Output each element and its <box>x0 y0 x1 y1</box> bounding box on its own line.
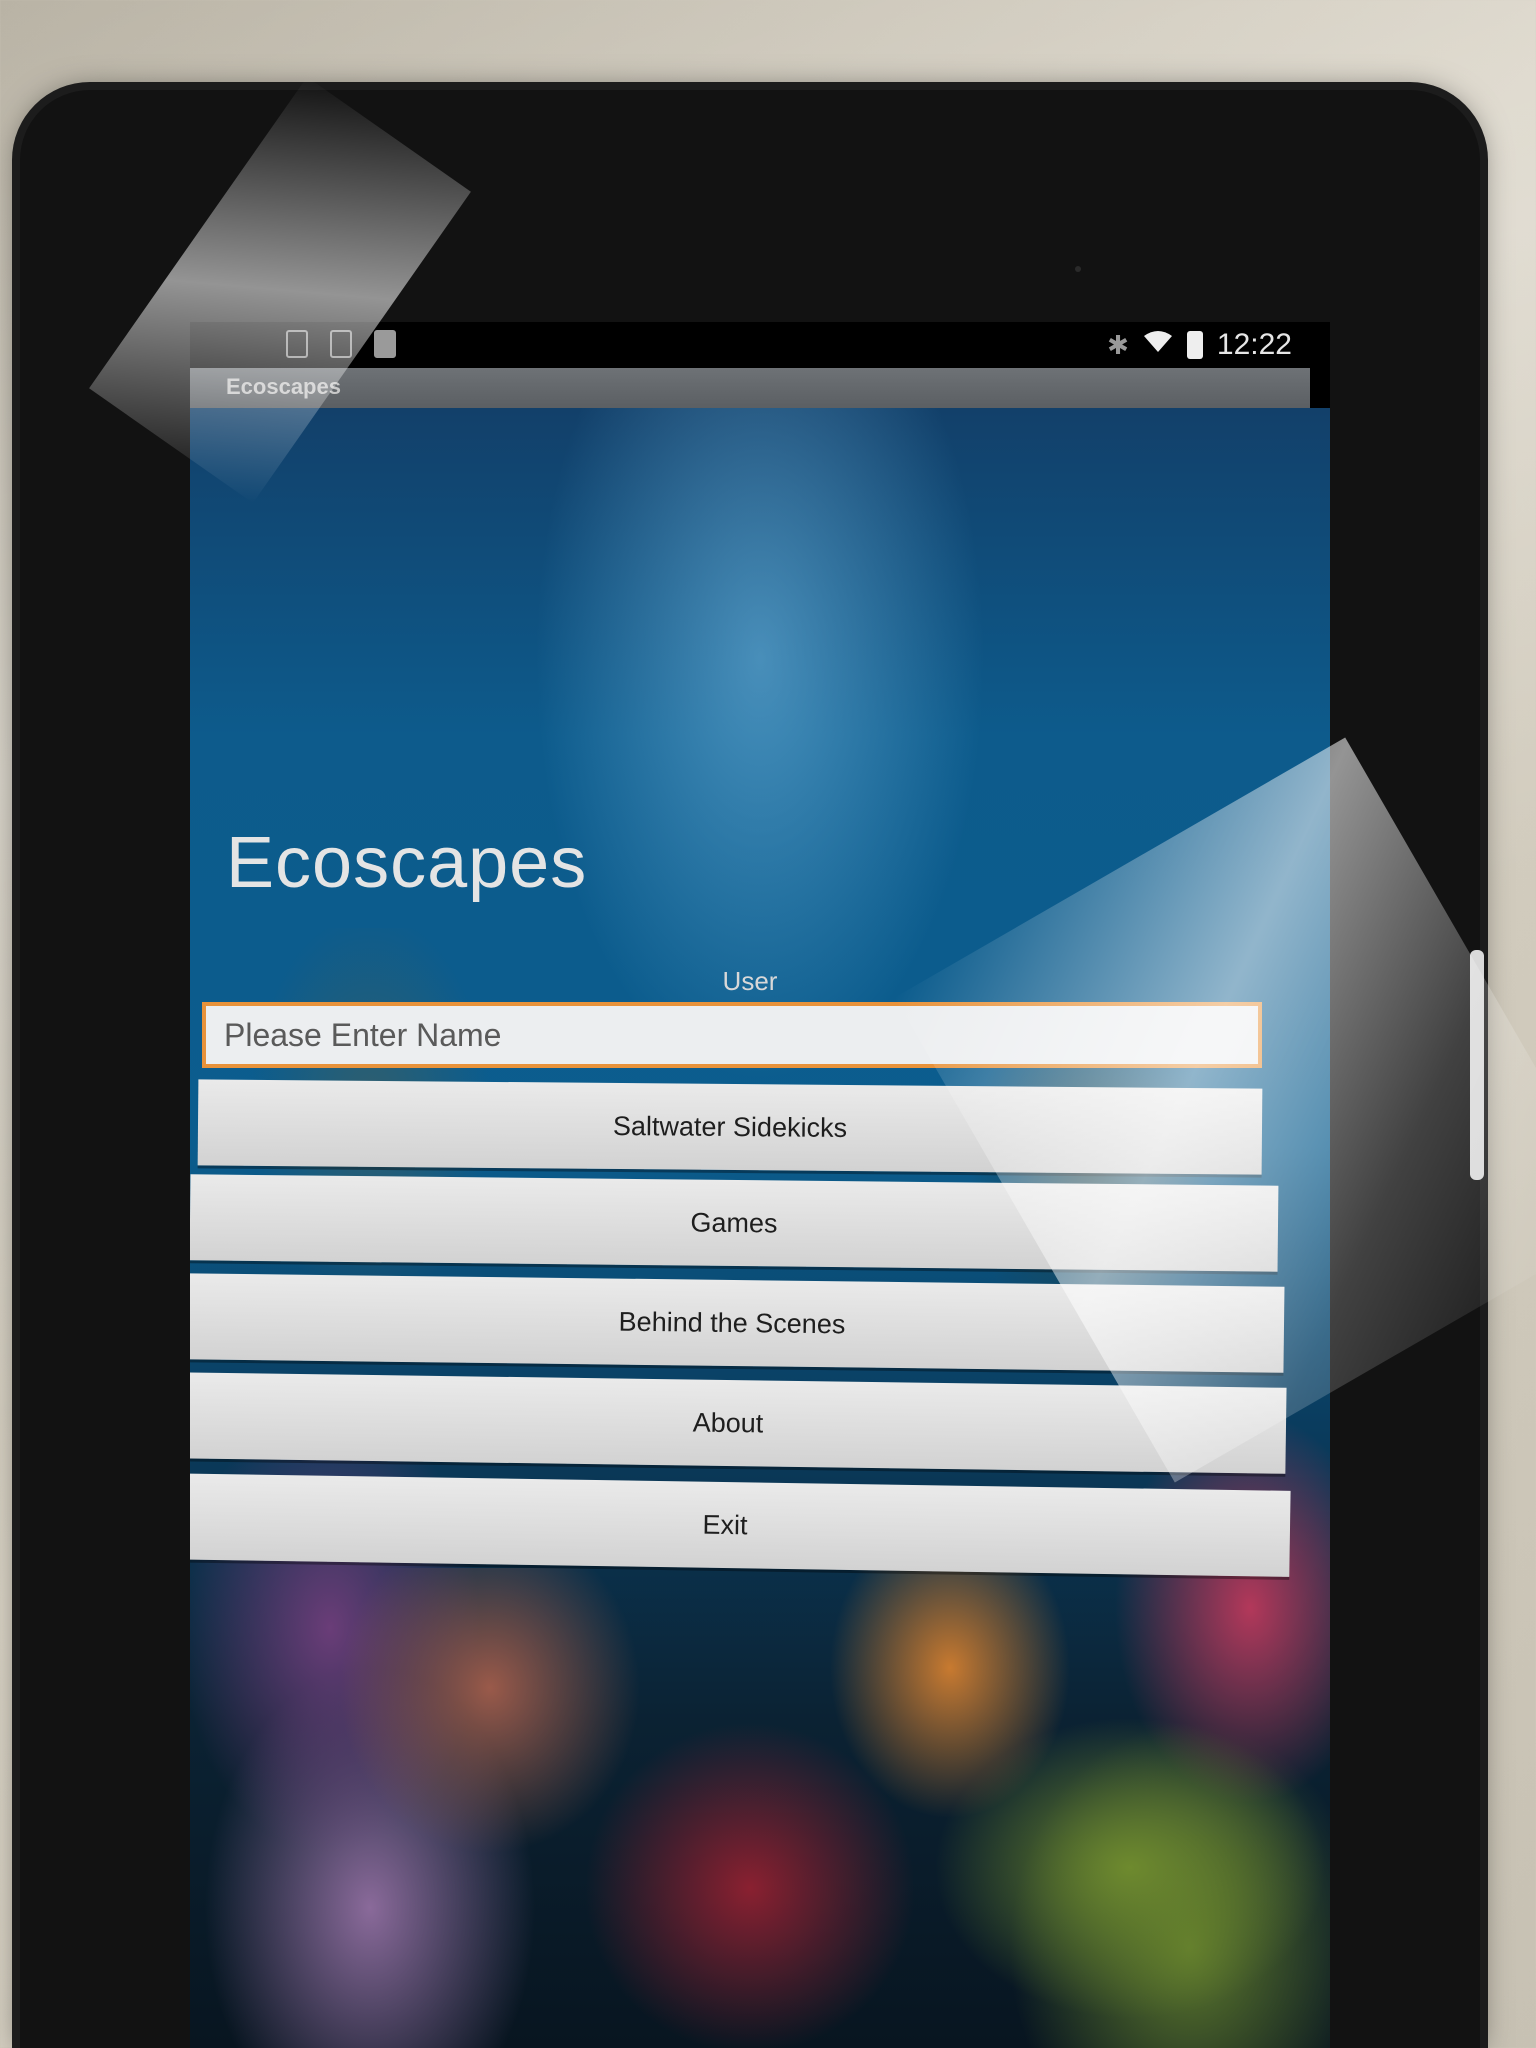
system-tray: ✱ 12:22 <box>1107 328 1292 362</box>
bluetooth-icon: ✱ <box>1107 329 1129 360</box>
notification-icon <box>374 330 396 358</box>
action-bar: Ecoscapes <box>190 368 1310 408</box>
clock: 12:22 <box>1216 328 1292 361</box>
behind-the-scenes-button[interactable]: Behind the Scenes <box>190 1273 1285 1373</box>
user-label: User <box>722 966 778 996</box>
page-title: Ecoscapes <box>226 823 588 903</box>
status-bar: ✱ 12:22 <box>190 322 1330 368</box>
notification-area <box>286 330 396 358</box>
notification-icon <box>286 330 308 358</box>
volume-button <box>1470 950 1484 1180</box>
proximity-sensor <box>1075 266 1081 272</box>
wifi-icon <box>1143 330 1173 361</box>
battery-charging-icon <box>1186 331 1203 359</box>
about-button[interactable]: About <box>190 1372 1287 1474</box>
coral-reef-decoration <box>190 1568 1330 2048</box>
saltwater-sidekicks-button[interactable]: Saltwater Sidekicks <box>197 1079 1263 1175</box>
games-button[interactable]: Games <box>190 1174 1279 1272</box>
action-bar-title: Ecoscapes <box>226 374 341 399</box>
name-input[interactable] <box>202 1002 1262 1068</box>
notification-icon <box>330 330 352 358</box>
device-screen: ✱ 12:22 Ecoscapes Ecoscapes User Saltwat… <box>190 322 1330 2048</box>
exit-button[interactable]: Exit <box>190 1473 1291 1577</box>
